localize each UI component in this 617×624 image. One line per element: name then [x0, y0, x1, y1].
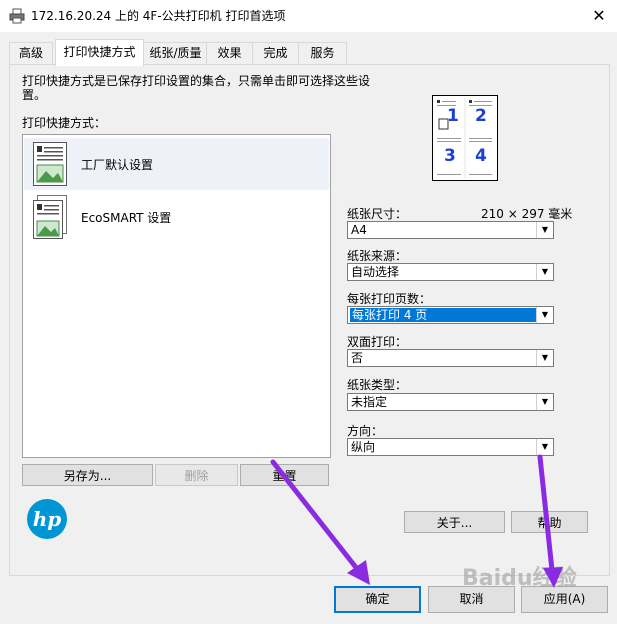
- preview-page-2: 2: [475, 106, 487, 126]
- duplex-value: 否: [351, 351, 364, 365]
- ok-button[interactable]: 确定: [334, 586, 421, 613]
- paper-source-value: 自动选择: [351, 265, 400, 279]
- shortcut-item-factory-default[interactable]: 工厂默认设置: [24, 138, 329, 190]
- paper-size-label: 纸张尺寸：: [347, 207, 408, 221]
- close-button[interactable]: ✕: [587, 4, 611, 28]
- preview-page-graphic: [437, 98, 492, 178]
- help-button[interactable]: 帮助: [511, 511, 588, 533]
- delete-button[interactable]: 删除: [155, 464, 238, 486]
- chevron-down-icon: ▼: [536, 394, 553, 410]
- tab-effects[interactable]: 效果: [206, 42, 253, 65]
- orientation-label: 方向：: [347, 424, 384, 438]
- about-button[interactable]: 关于...: [404, 511, 505, 533]
- orientation-select[interactable]: 纵向 ▼: [347, 438, 554, 456]
- paper-source-label: 纸张来源：: [347, 249, 408, 263]
- orientation-value: 纵向: [351, 440, 376, 454]
- hp-logo-text: hp: [33, 507, 62, 531]
- printer-icon: [9, 8, 25, 24]
- chevron-down-icon: ▼: [536, 307, 553, 323]
- pages-per-sheet-value: 每张打印 4 页: [350, 308, 538, 322]
- hp-logo: hp: [27, 499, 67, 539]
- shortcuts-description: 打印快捷方式是已保存打印设置的集合，只需单击即可选择这些设置。: [22, 74, 371, 102]
- paper-source-select[interactable]: 自动选择 ▼: [347, 263, 554, 281]
- paper-type-value: 未指定: [351, 395, 388, 409]
- tab-paper-quality[interactable]: 纸张/质量: [143, 42, 208, 65]
- shortcut-label: EcoSMART 设置: [81, 211, 172, 225]
- window-title: 172.16.20.24 上的 4F-公共打印机 打印首选项: [31, 9, 286, 23]
- chevron-down-icon: ▼: [536, 439, 553, 455]
- document-icon: [33, 142, 67, 186]
- tab-finishing[interactable]: 完成: [252, 42, 299, 65]
- chevron-down-icon: ▼: [536, 264, 553, 280]
- shortcut-item-ecosmart[interactable]: EcoSMART 设置: [24, 191, 329, 243]
- paper-size-dimensions: 210 × 297 毫米: [481, 207, 573, 221]
- title-bar: 172.16.20.24 上的 4F-公共打印机 打印首选项 ✕: [0, 0, 617, 32]
- pages-per-sheet-label: 每张打印页数：: [347, 292, 432, 306]
- watermark: Baidu经验: [462, 566, 577, 591]
- shortcut-label: 工厂默认设置: [81, 158, 154, 172]
- chevron-down-icon: ▼: [536, 350, 553, 366]
- save-as-button[interactable]: 另存为...: [22, 464, 153, 486]
- reset-button[interactable]: 重置: [240, 464, 329, 486]
- shortcuts-list[interactable]: 工厂默认设置 EcoSMART 设置: [22, 134, 331, 458]
- chevron-down-icon: ▼: [536, 222, 553, 238]
- duplex-select[interactable]: 否 ▼: [347, 349, 554, 367]
- tab-services[interactable]: 服务: [298, 42, 347, 65]
- paper-type-label: 纸张类型：: [347, 378, 408, 392]
- paper-size-select[interactable]: A4 ▼: [347, 221, 554, 239]
- paper-size-value: A4: [351, 223, 367, 237]
- pages-per-sheet-select[interactable]: 每张打印 4 页 ▼: [347, 306, 554, 324]
- preview-page-4: 4: [475, 146, 487, 166]
- duplex-label: 双面打印：: [347, 335, 408, 349]
- tab-print-shortcuts[interactable]: 打印快捷方式: [55, 39, 144, 66]
- preview-page-3: 3: [444, 146, 456, 166]
- tab-advanced[interactable]: 高级: [9, 42, 53, 65]
- paper-type-select[interactable]: 未指定 ▼: [347, 393, 554, 411]
- page-layout-preview: 1 2 3 4: [432, 95, 498, 181]
- shortcuts-list-label: 打印快捷方式：: [22, 116, 107, 130]
- preview-page-1: 1: [447, 106, 459, 126]
- eco-document-icon: [33, 195, 67, 239]
